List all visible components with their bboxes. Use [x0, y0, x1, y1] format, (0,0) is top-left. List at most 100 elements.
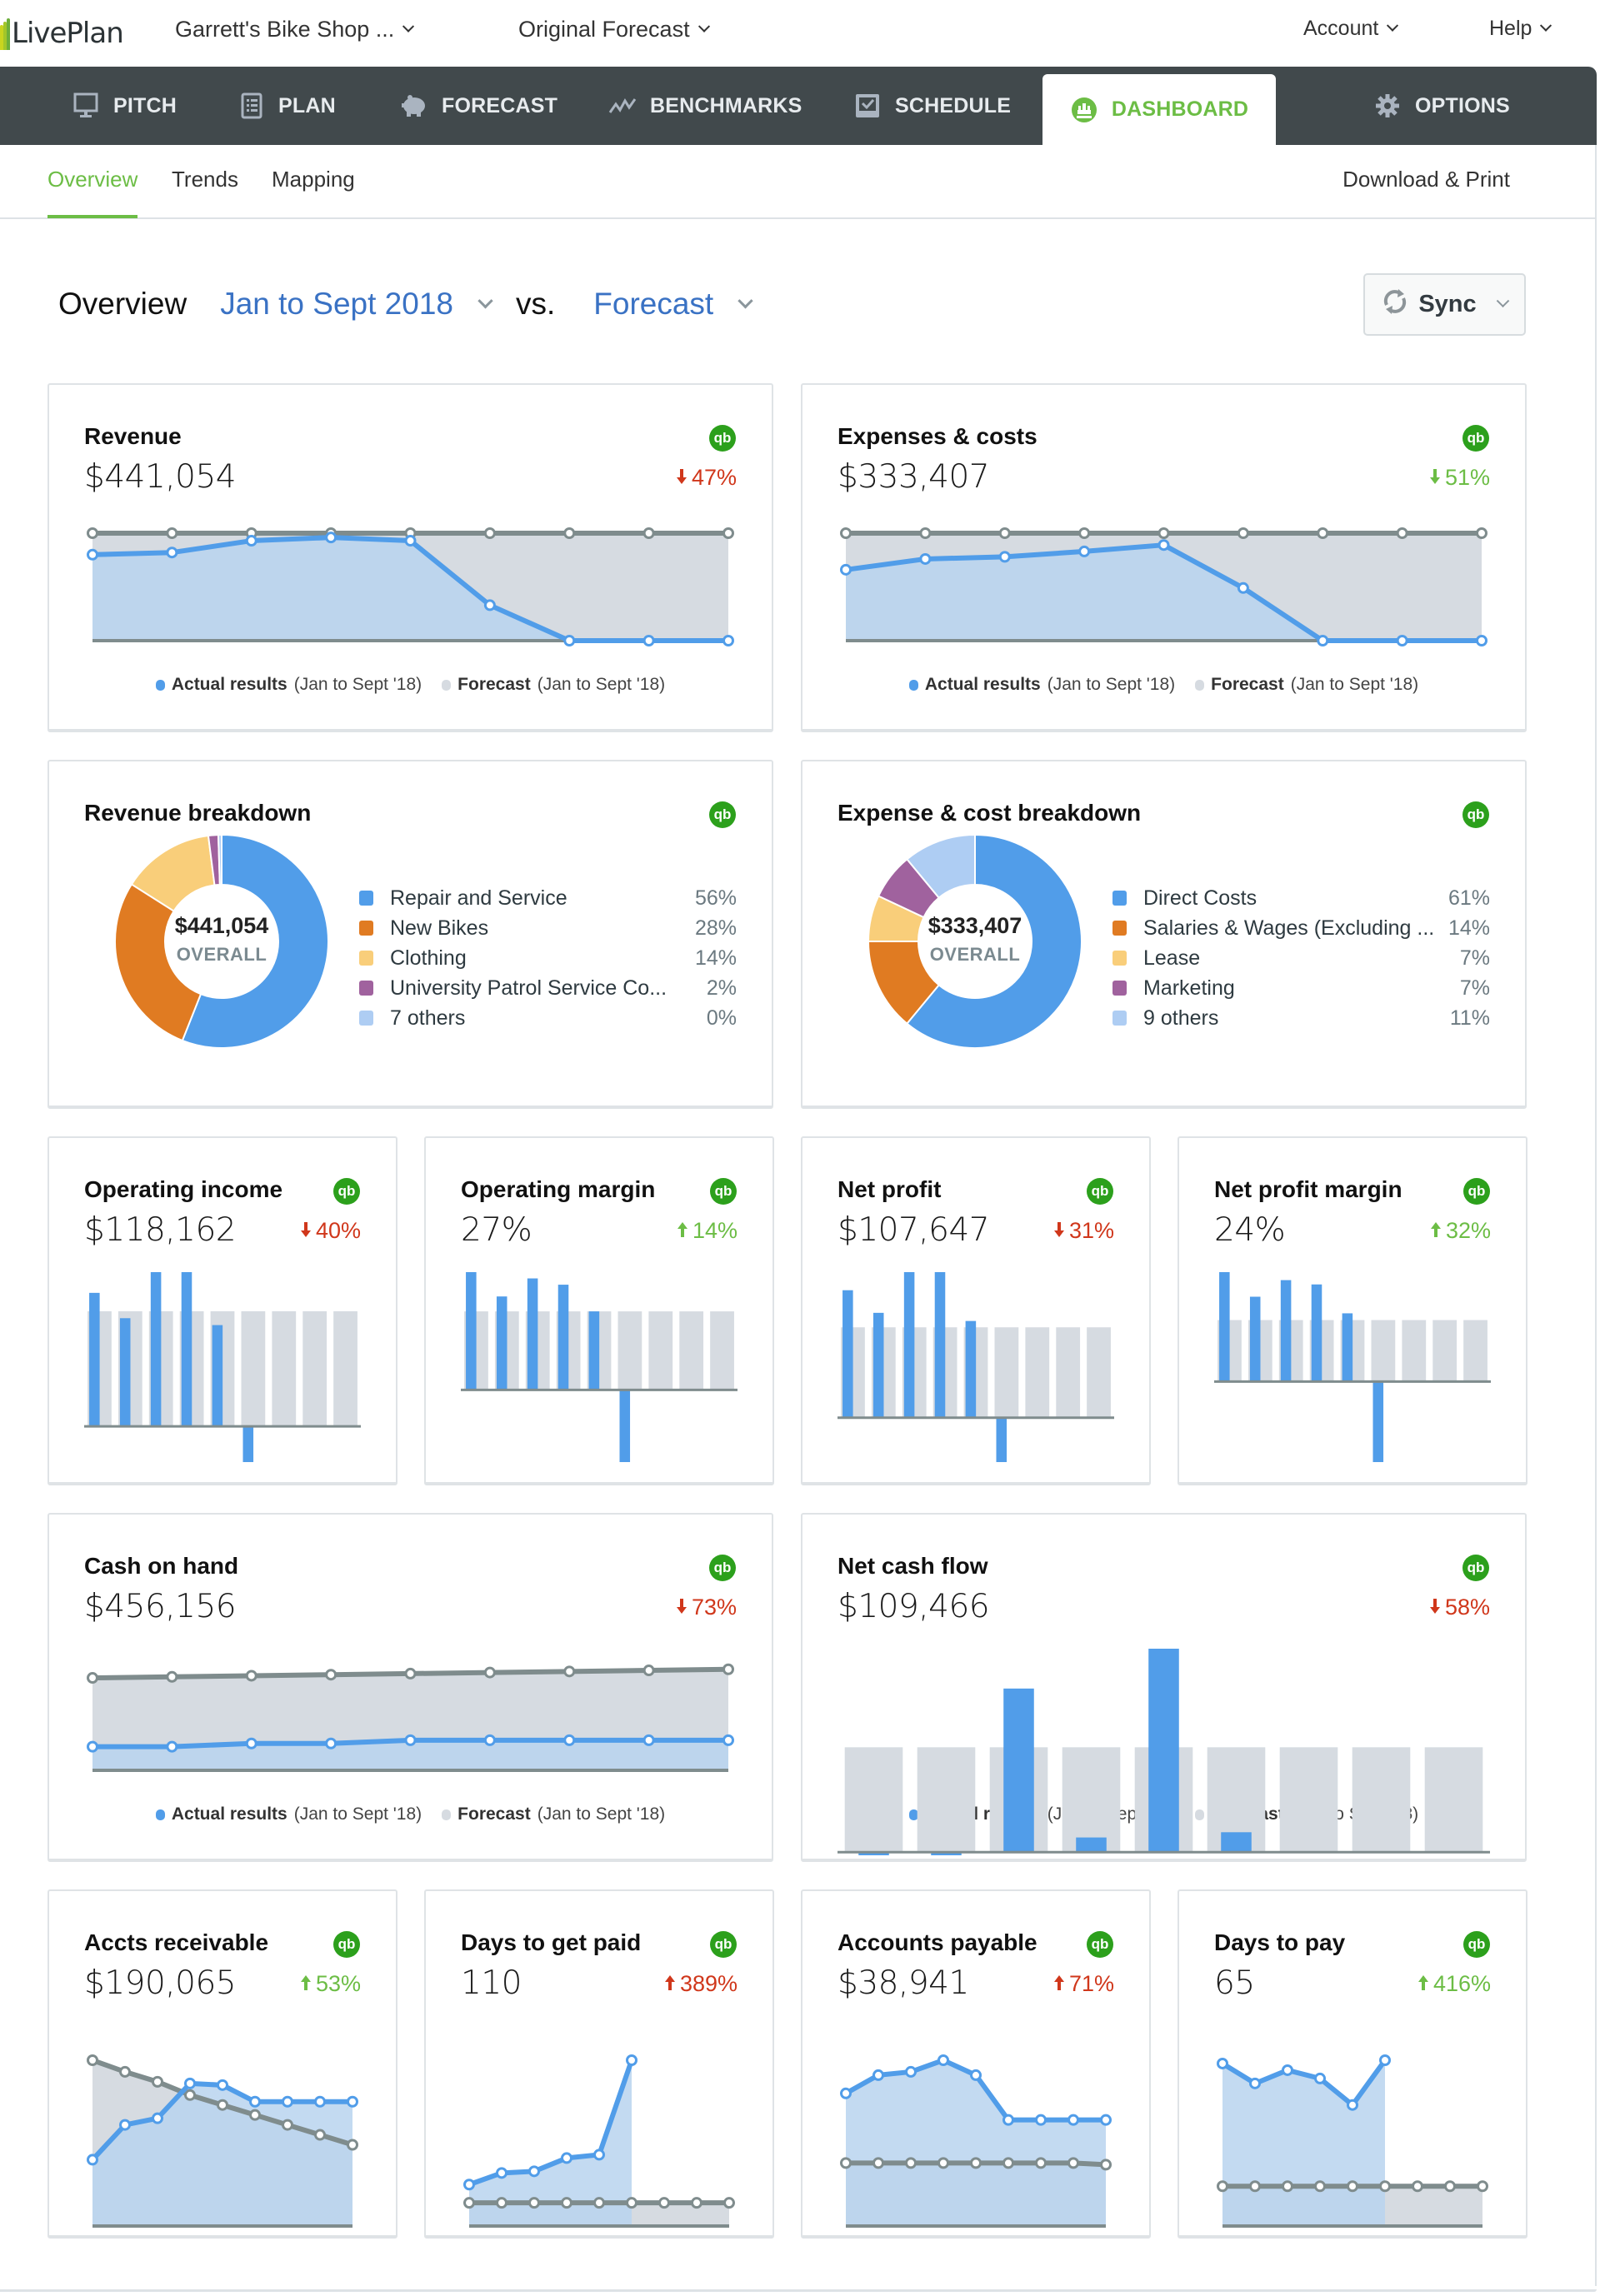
forecast-point — [938, 2157, 949, 2169]
legend-item[interactable]: Direct Costs 61% — [1112, 883, 1490, 913]
area-chart — [87, 1663, 734, 1772]
forecast-point — [658, 2197, 670, 2209]
expenses-card[interactable]: Expenses & costs qb $333,407 51% Actual resu… — [801, 383, 1527, 732]
chevron-down-icon — [698, 20, 710, 32]
download-print-link[interactable]: Download & Print — [1342, 167, 1510, 192]
account-menu[interactable]: Account — [1303, 17, 1399, 41]
days-to-pay-card[interactable]: Days to pay qb 65 416% — [1178, 1889, 1528, 2239]
period-select[interactable]: Jan to Sept 2018 — [220, 287, 493, 322]
nav-forecast[interactable]: FORECAST — [400, 67, 558, 145]
nav-benchmarks[interactable]: BENCHMARKS — [608, 67, 802, 145]
actual-bar — [119, 1318, 131, 1427]
legend-item[interactable]: Lease 7% — [1112, 943, 1490, 973]
chart-legend: Actual results(Jan to Sept '18)Forecast(… — [49, 675, 772, 695]
revenue-card[interactable]: Revenue qb $441,054 47% Actual results (Jan t… — [48, 383, 773, 732]
accts-receivable-card[interactable]: Accts receivable qb $190,065 53% — [48, 1889, 398, 2239]
actual-point — [1158, 539, 1170, 552]
actual-bar — [1219, 1272, 1230, 1382]
donut-total-label: OVERALL — [929, 944, 1021, 965]
legend-item[interactable]: Salaries & Wages (Excluding ... 14% — [1112, 913, 1490, 943]
legend-label: Forecast — [1211, 675, 1284, 694]
operating-income-card[interactable]: Operating income qb $118,162 40% — [48, 1136, 398, 1485]
forecast-bar — [1432, 1320, 1458, 1382]
company-dropdown[interactable]: Garrett's Bike Shop ... — [175, 17, 415, 42]
forecast-point — [642, 527, 655, 539]
plan-dropdown[interactable]: Original Forecast — [518, 17, 710, 42]
arrow-down-icon — [676, 1595, 688, 1620]
net-cash-flow-card[interactable]: Net cash flow qb $109,466 58% Actual results… — [801, 1513, 1527, 1862]
arrow-up-icon — [677, 1218, 688, 1244]
days-to-get-paid-card[interactable]: Days to get paid qb 110 389% — [424, 1889, 774, 2239]
cash-on-hand-card[interactable]: Cash on hand qb $456,156 73% Actual results(… — [48, 1513, 773, 1862]
forecast-point — [722, 1663, 734, 1675]
revenue-breakdown-card[interactable]: Revenue breakdown qb $441,054 OVERALL Repair… — [48, 760, 773, 1109]
bar-chart — [1214, 1272, 1491, 1462]
nav-schedule[interactable]: SCHEDULE — [853, 67, 1011, 145]
legend-item[interactable]: 9 others 11% — [1112, 1003, 1490, 1033]
operating-margin-card[interactable]: Operating margin qb 27% 14% — [424, 1136, 774, 1485]
forecast-point — [249, 2109, 261, 2121]
arrow-up-icon — [1430, 1218, 1442, 1244]
legend-item[interactable]: New Bikes 28% — [359, 913, 737, 943]
tab-overview[interactable]: Overview — [48, 167, 138, 218]
card-value: 65 — [1214, 1964, 1255, 2002]
help-menu[interactable]: Help — [1489, 17, 1552, 41]
nav-plan[interactable]: PLAN — [237, 67, 336, 145]
actual-bar — [1249, 1296, 1261, 1382]
legend-item[interactable]: Repair and Service 56% — [359, 883, 737, 913]
nav-pitch[interactable]: PITCH — [72, 67, 177, 145]
accounts-payable-card[interactable]: Accounts payable qb $38,941 71% — [801, 1889, 1151, 2239]
donut-center-label: $441,054 OVERALL — [163, 913, 280, 966]
forecast-point — [872, 2157, 884, 2169]
legend-label: Salaries & Wages (Excluding ... — [1143, 916, 1435, 940]
donut-total-label: OVERALL — [176, 944, 268, 965]
nav-label: OPTIONS — [1415, 93, 1510, 117]
legend-label: 7 others — [390, 1006, 466, 1030]
forecast-bar — [1352, 1747, 1411, 1853]
actual-bar — [1311, 1284, 1322, 1382]
chart-legend: Actual results(Jan to Sept '18)Forecast(… — [49, 1804, 772, 1824]
legend-swatch — [1112, 951, 1127, 966]
legend-item[interactable]: University Patrol Service Co... 2% — [359, 973, 737, 1003]
tab-trends[interactable]: Trends — [172, 167, 238, 192]
quickbooks-icon: qb — [710, 1178, 737, 1205]
forecast-bar — [1087, 1327, 1111, 1418]
actual-point — [245, 1737, 258, 1749]
forecast-point — [1396, 527, 1408, 539]
arrow-up-icon — [1418, 1971, 1429, 1997]
card-title: Accts receivable — [84, 1929, 269, 1955]
arrow-down-icon — [676, 465, 688, 491]
legend-item[interactable]: Clothing 14% — [359, 943, 737, 973]
forecast-point — [166, 527, 178, 539]
change-indicator: 40% — [300, 1218, 361, 1244]
card-title: Net cash flow — [838, 1553, 988, 1579]
legend-item[interactable]: 7 others 0% — [359, 1003, 737, 1033]
card-title: Cash on hand — [84, 1553, 239, 1579]
sync-button[interactable]: Sync — [1363, 273, 1526, 336]
nav-dashboard[interactable]: DASHBOARD — [1042, 74, 1276, 145]
legend-percent: 14% — [694, 946, 737, 970]
actual-bar — [934, 1272, 946, 1418]
actual-point — [905, 2065, 917, 2078]
bar-chart — [461, 1272, 738, 1462]
account-label: Account — [1303, 17, 1379, 40]
forecast-point — [1237, 527, 1249, 539]
liveplan-logo[interactable]: LivePlan — [0, 15, 124, 52]
forecast-point — [1379, 2180, 1391, 2193]
top-bar: LivePlan Garrett's Bike Shop ... Origina… — [0, 0, 1600, 67]
nav-options[interactable]: OPTIONS — [1373, 67, 1510, 145]
vs-label: vs. — [515, 287, 556, 321]
expense-breakdown-card[interactable]: Expense & cost breakdown qb $333,407 OVERAL… — [801, 760, 1527, 1109]
donut-total: $441,054 — [174, 913, 269, 938]
compare-select[interactable]: Forecast — [593, 287, 753, 322]
legend-label: University Patrol Service Co... — [390, 976, 668, 1000]
card-value: $109,466 — [838, 1588, 990, 1625]
arrow-down-icon — [1429, 1595, 1441, 1620]
net-profit-card[interactable]: Net profit qb $107,647 31% — [801, 1136, 1151, 1485]
legend-item[interactable]: Marketing 7% — [1112, 973, 1490, 1003]
net-profit-margin-card[interactable]: Net profit margin qb 24% 32% — [1178, 1136, 1528, 1485]
forecast-point — [1282, 2180, 1293, 2193]
quickbooks-icon: qb — [1087, 1178, 1113, 1205]
tab-mapping[interactable]: Mapping — [272, 167, 355, 192]
donut-slice[interactable] — [217, 833, 222, 886]
